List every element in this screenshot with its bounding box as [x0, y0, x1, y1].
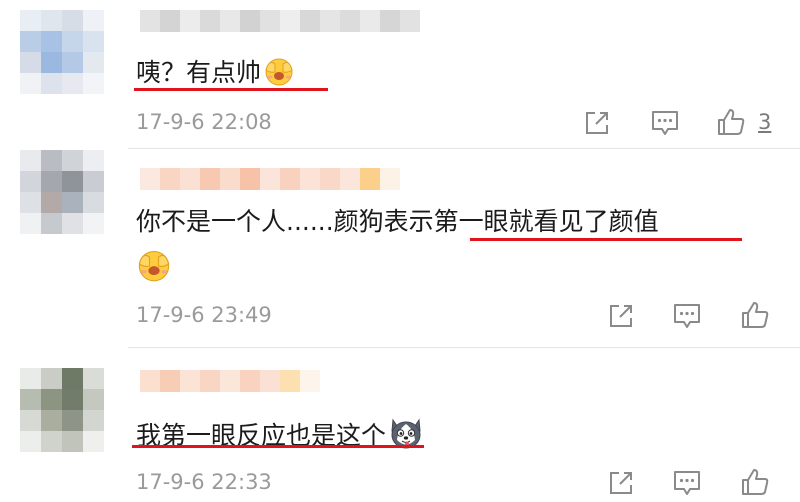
share-icon[interactable]: [606, 468, 636, 498]
comment-timestamp: 17-9-6 22:33: [136, 470, 272, 494]
comment-divider: [128, 347, 800, 348]
avatar[interactable]: [20, 10, 104, 94]
comment-item: 你不是一个人......颜狗表示第一眼就看见了颜值 17-9-6 23:49: [0, 150, 800, 345]
username-blurred[interactable]: [140, 168, 400, 190]
reply-icon[interactable]: [672, 468, 702, 498]
share-icon[interactable]: [582, 108, 612, 138]
share-icon[interactable]: [606, 301, 636, 331]
comment-text: 你不是一个人......颜狗表示第一眼就看见了颜值: [136, 205, 659, 239]
reply-icon[interactable]: [650, 108, 680, 138]
comment-item: 咦？有点帅 17-9-6 22:08 3: [0, 0, 800, 150]
avatar[interactable]: [20, 368, 104, 452]
husky-face-emoji-icon: [388, 416, 424, 459]
thumbs-up-icon[interactable]: [716, 107, 746, 137]
comment-text-content: 咦？有点帅: [136, 58, 262, 87]
comment-divider: [128, 148, 800, 149]
highlight-underline: [470, 238, 742, 241]
comment-item: 我第一眼反应也是这个 17-9-6 22:33: [0, 350, 800, 502]
username-blurred[interactable]: [140, 370, 320, 392]
comment-timestamp: 17-9-6 22:08: [136, 110, 272, 134]
thumbs-up-icon[interactable]: [740, 300, 770, 330]
comment-timestamp: 17-9-6 23:49: [136, 303, 272, 327]
comment-text-content: 你不是一个人......颜狗表示第一眼就看见了颜值: [136, 207, 659, 236]
covering-face-emoji-icon: [136, 247, 172, 287]
reply-icon[interactable]: [672, 301, 702, 331]
username-blurred[interactable]: [140, 10, 420, 32]
thumbs-up-icon[interactable]: [740, 467, 770, 497]
avatar[interactable]: [20, 150, 104, 234]
highlight-underline: [132, 445, 424, 448]
highlight-underline: [134, 88, 328, 91]
comment-text: 我第一眼反应也是这个: [136, 416, 424, 459]
like-count[interactable]: 3: [758, 110, 771, 134]
